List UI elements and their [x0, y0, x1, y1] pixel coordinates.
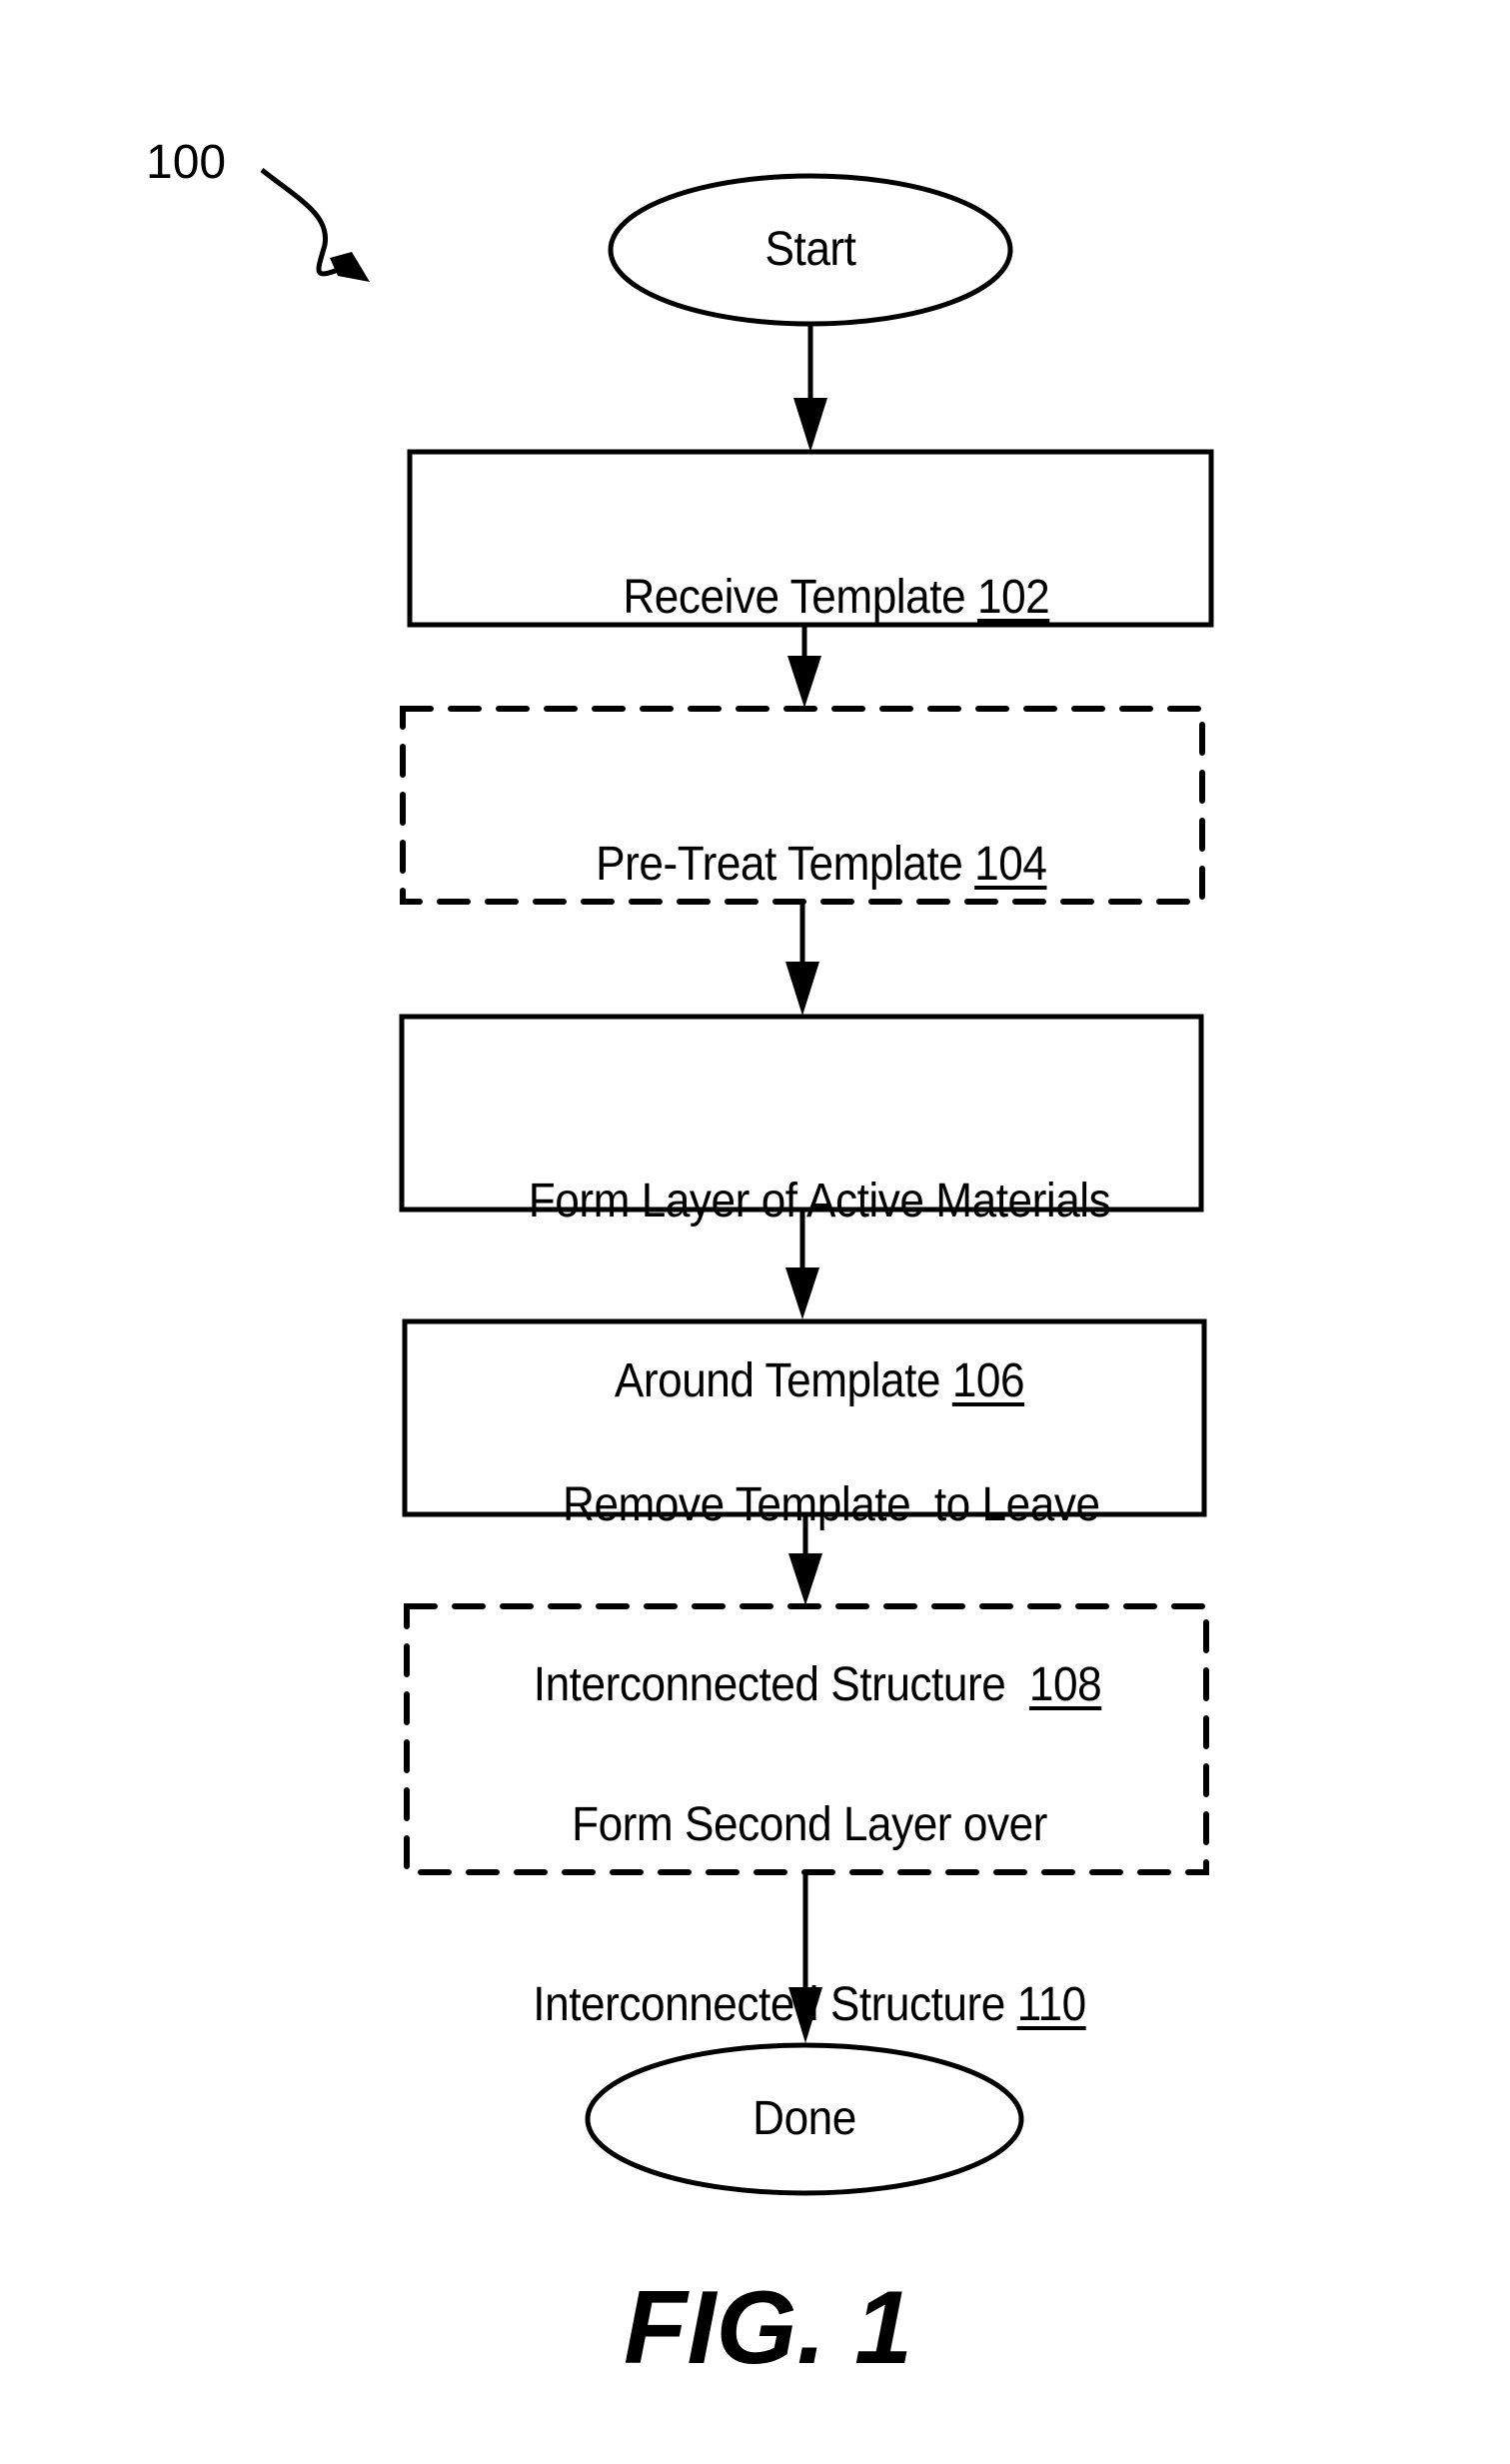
reference-arrow	[260, 168, 339, 277]
step-104-text: Pre-Treat Template	[596, 838, 975, 891]
step-104-ref: 104	[974, 838, 1047, 891]
step-110-ref: 110	[1016, 1978, 1086, 2031]
step-110-label: Form Second Layer over Interconnected St…	[442, 1675, 1177, 2095]
reference-arrowhead	[330, 252, 370, 282]
start-label: Start	[764, 223, 856, 276]
step-102-ref: 102	[976, 571, 1050, 624]
arrowhead	[787, 656, 821, 708]
figure-label: FIG. 1	[624, 2270, 912, 2386]
done-label: Done	[753, 2092, 856, 2145]
step-110-line-1: Form Second Layer over	[572, 1798, 1047, 1851]
step-110-text: Interconnected Structure	[533, 1978, 1017, 2031]
step-108-line-1: Remove Template to Leave	[563, 1478, 1100, 1531]
step-102-text: Receive Template	[623, 571, 977, 624]
arrowhead	[793, 398, 827, 452]
step-106-line-1: Form Layer of Active Materials	[528, 1175, 1111, 1228]
arrowhead	[785, 962, 819, 1016]
step-104-label: Pre-Treat Template 104	[451, 775, 1168, 895]
reference-number: 100	[146, 136, 227, 189]
step-102-label: Receive Template 102	[462, 508, 1188, 628]
